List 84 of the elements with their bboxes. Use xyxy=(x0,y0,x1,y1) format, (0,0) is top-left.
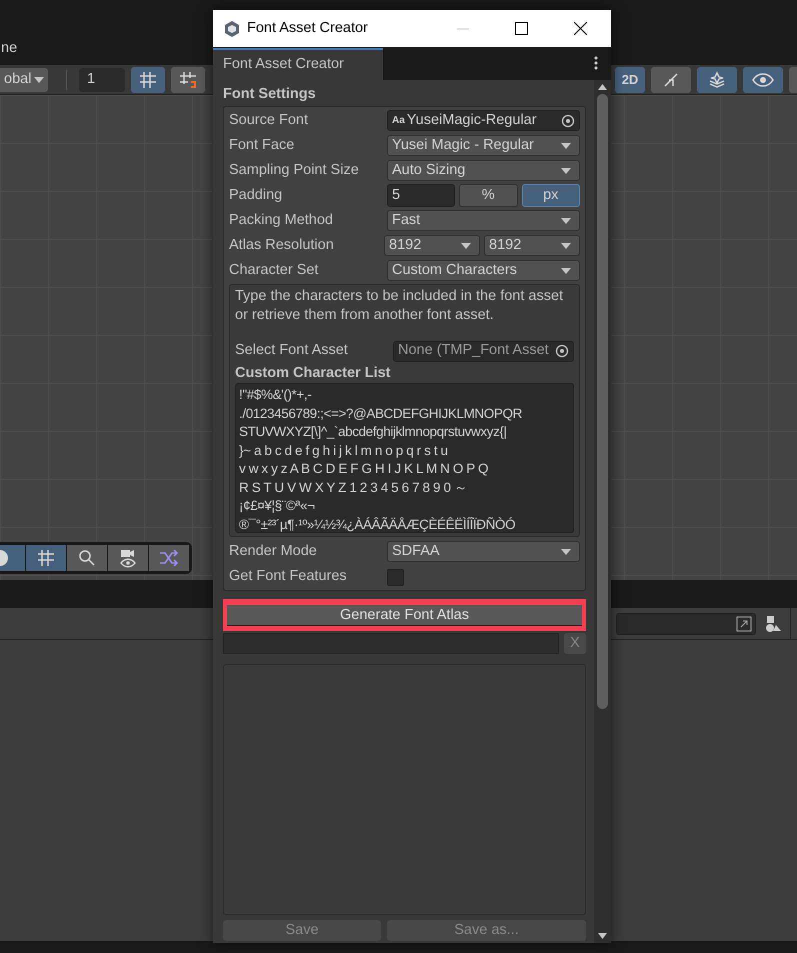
character-line: STUVWXYZ[\]^_`abcdefghijklmnopqrstuvwxyz{| xyxy=(239,423,508,441)
field-label: Render Mode xyxy=(229,542,318,561)
search-field[interactable] xyxy=(616,612,756,634)
generate-button[interactable]: Generate Font Atlas xyxy=(227,605,582,626)
list-title: Custom Character List xyxy=(235,364,392,383)
toolbar-toggle-button[interactable] xyxy=(697,66,737,92)
character-line: ¡¢£¤¥¦§¨©ª«¬ xyxy=(239,497,316,515)
save-button[interactable]: Save xyxy=(223,920,381,941)
dropdown[interactable]: Yusei Magic - Regular xyxy=(387,135,580,156)
dropdown[interactable]: Auto Sizing xyxy=(387,160,580,181)
object-value: None (TMP_Font Asset xyxy=(398,341,550,360)
character-line: R S T U V W X Y Z 1 2 3 4 5 6 7 8 9 0 ～ xyxy=(239,478,469,496)
shuffle-icon xyxy=(159,550,179,566)
unit-toggle[interactable]: px xyxy=(522,184,580,207)
checkbox[interactable] xyxy=(387,568,404,586)
toolbar-toggle-button[interactable] xyxy=(67,545,107,571)
view-2d-button[interactable]: 2D xyxy=(615,66,645,92)
caret-icon xyxy=(561,268,571,274)
target-icon[interactable] xyxy=(561,114,575,128)
caret-icon xyxy=(561,168,571,174)
save-button[interactable]: Save as... xyxy=(387,920,586,941)
toolbar-toggle-button[interactable] xyxy=(131,66,165,92)
object-field[interactable]: AaYuseiMagic-Regular xyxy=(387,110,580,131)
caret-icon xyxy=(561,548,571,554)
eye-icon xyxy=(752,72,774,86)
more-options-icon[interactable] xyxy=(594,56,598,70)
dropdown[interactable]: Custom Characters xyxy=(387,260,580,281)
caret-icon xyxy=(34,76,44,82)
object-value: YuseiMagic-Regular xyxy=(406,110,538,130)
toolbar-toggle-button[interactable] xyxy=(26,545,66,571)
menu-text[interactable]: ne xyxy=(1,38,18,60)
close-icon[interactable] xyxy=(574,22,587,35)
scroll-down-icon[interactable] xyxy=(598,933,607,939)
field-label: Character Set xyxy=(229,260,320,280)
pivot-dropdown[interactable]: obal xyxy=(0,68,48,92)
field-label: Source Font xyxy=(229,110,309,130)
dropdown[interactable]: 8192 xyxy=(484,235,580,256)
scrollbar-thumb[interactable] xyxy=(597,94,608,709)
unit-toggle[interactable]: % xyxy=(459,184,518,207)
field-label: Get Font Features xyxy=(229,567,348,586)
character-line: }~ a b c d e f g h i j k l m n o p q r s t u xyxy=(239,442,449,460)
help-text: Type the characters to be included in the font asset or retrieve them from another font asset. xyxy=(235,287,564,325)
character-line: ./0123456789:;<=>?@ABCDEFGHIJKLMNOPQR xyxy=(239,404,523,422)
number-input[interactable]: 5 xyxy=(387,184,455,207)
character-line: ®¯°±²³´µ¶·¹º»¼½¾¿ÀÁÂÃÄÅÆÇÈÉÊËÌÍÎÏÐÑÒÓ xyxy=(239,516,516,532)
toolbar-toggle-button[interactable] xyxy=(171,66,205,92)
toolbar-toggle-button[interactable] xyxy=(743,66,783,92)
shapes-icon[interactable] xyxy=(764,614,782,632)
character-list-field[interactable] xyxy=(235,383,574,533)
scrollbar[interactable] xyxy=(594,80,611,943)
dropdown[interactable]: Fast xyxy=(387,210,580,231)
expand-icon[interactable] xyxy=(736,616,752,632)
caret-icon xyxy=(561,142,571,148)
caret-icon xyxy=(561,242,571,248)
scroll-up-icon[interactable] xyxy=(598,84,607,90)
field-label: Padding xyxy=(229,186,284,205)
search-icon xyxy=(78,549,96,567)
field-label: Sampling Point Size xyxy=(229,160,360,180)
window-title: Font Asset Creator xyxy=(247,18,368,38)
object-field[interactable]: None (TMP_Font Asset xyxy=(393,340,574,362)
grid-size-input[interactable]: 1 xyxy=(79,68,125,92)
window-tab[interactable]: Font Asset Creator xyxy=(213,48,383,80)
caret-icon xyxy=(561,218,571,224)
section-title: Font Settings xyxy=(223,85,317,104)
grid-magnet-icon xyxy=(179,70,197,88)
character-line: !"#$%&'()*+,- xyxy=(239,386,312,404)
field-label: Font Face xyxy=(229,136,296,155)
dropdown[interactable]: 8192 xyxy=(384,235,480,256)
toolbar-toggle-button[interactable] xyxy=(149,545,189,571)
grid-icon xyxy=(139,70,157,88)
caret-icon xyxy=(461,242,471,248)
field-label: Atlas Resolution xyxy=(229,236,335,255)
dropdown[interactable]: SDFAA xyxy=(387,541,580,562)
maximize-icon[interactable] xyxy=(515,22,528,35)
font-prefix-label: Aa xyxy=(391,114,406,128)
field-label: Select Font Asset xyxy=(235,341,349,360)
layers-icon xyxy=(708,70,726,88)
toolbar-toggle-button[interactable] xyxy=(651,66,691,92)
character-line: v w x y z A B C D E F G H I J K L M N O P Q xyxy=(239,460,490,478)
toolbar-toggle-button[interactable] xyxy=(108,545,148,571)
target-icon[interactable] xyxy=(555,344,569,358)
grid-icon xyxy=(37,549,55,567)
field-label: Packing Method xyxy=(229,210,334,230)
camera-eye-icon xyxy=(118,548,138,568)
